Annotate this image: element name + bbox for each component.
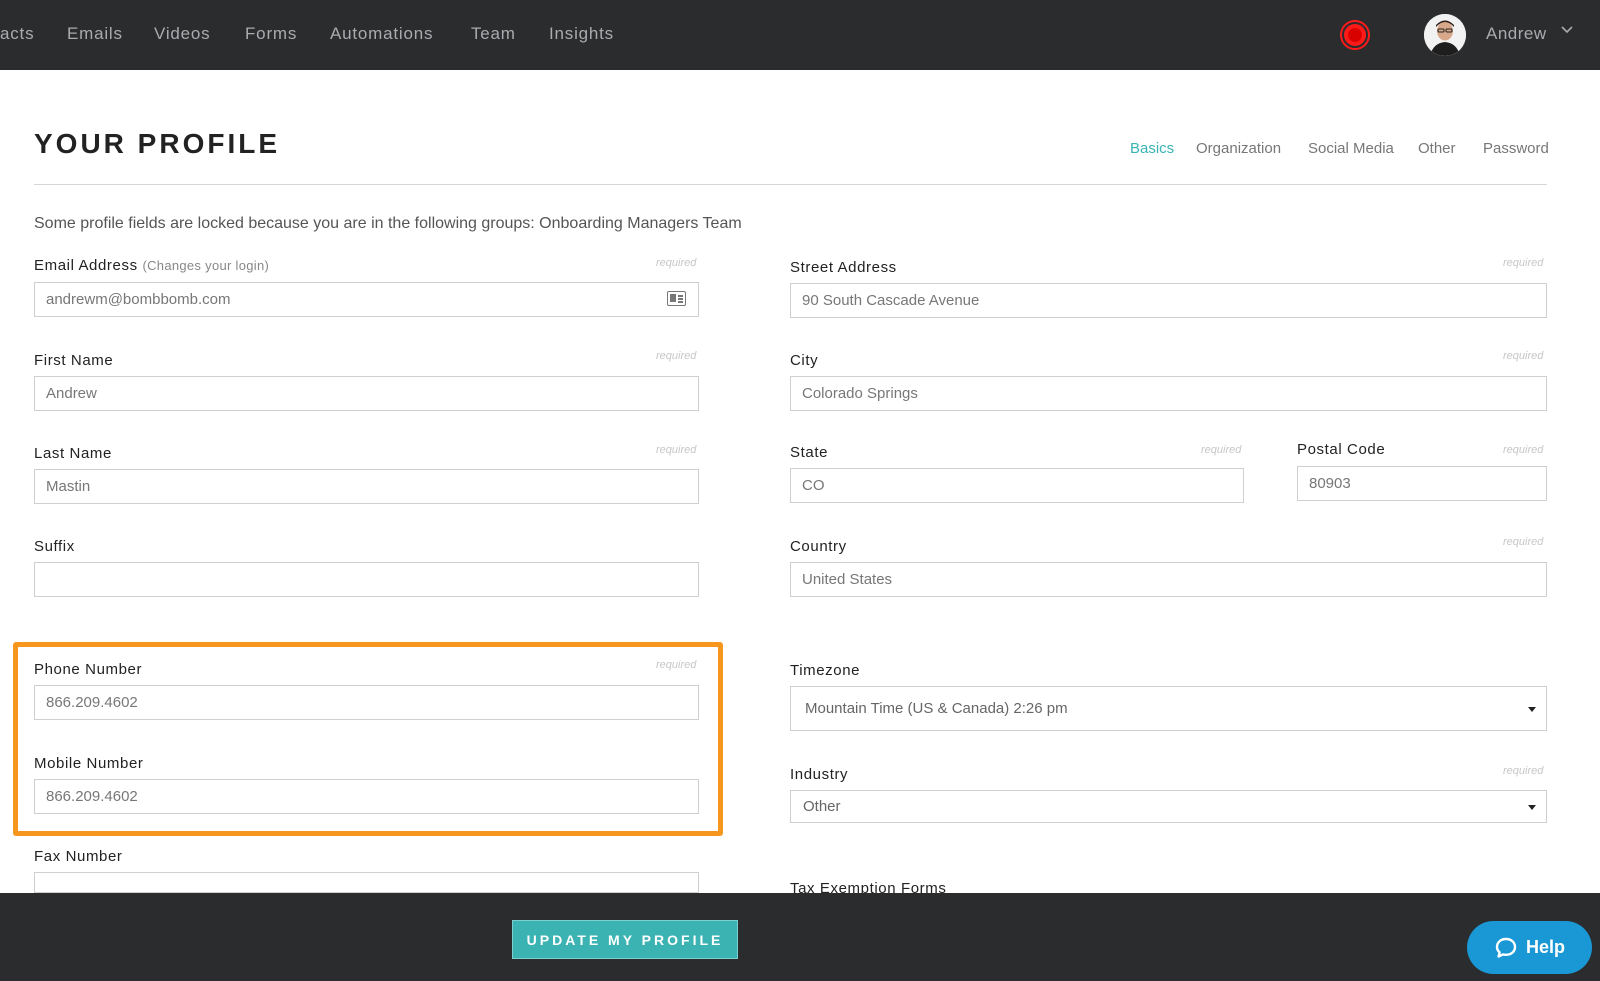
nav-emails[interactable]: Emails — [67, 24, 123, 44]
state-field[interactable] — [790, 468, 1244, 503]
street-field[interactable] — [790, 283, 1547, 318]
chevron-down-icon[interactable] — [1561, 26, 1573, 34]
top-nav: acts Emails Videos Forms Automations Tea… — [0, 0, 1600, 70]
timezone-label: Timezone — [790, 662, 861, 679]
suffix-label: Suffix — [34, 538, 75, 555]
help-label: Help — [1525, 937, 1565, 957]
mobile-field[interactable] — [34, 779, 699, 814]
email-label-sub: (Changes your login) — [142, 258, 270, 273]
first-name-required: required — [656, 350, 697, 362]
nav-team[interactable]: Team — [471, 24, 516, 44]
tab-other[interactable]: Other — [1418, 140, 1456, 157]
city-field[interactable] — [790, 376, 1547, 411]
tab-basics[interactable]: Basics — [1130, 140, 1174, 157]
mobile-label: Mobile Number — [34, 755, 144, 772]
phone-required: required — [656, 659, 697, 671]
caret-down-icon — [1528, 804, 1536, 810]
fax-label: Fax Number — [34, 848, 123, 865]
tax-exemption-label: Tax Exemption Forms — [790, 880, 947, 893]
postal-code-field[interactable] — [1297, 466, 1547, 501]
state-label: State — [790, 444, 829, 461]
last-name-field[interactable] — [34, 469, 699, 504]
phone-field[interactable] — [34, 685, 699, 720]
user-name[interactable]: Andrew — [1486, 24, 1547, 44]
locked-fields-notice: Some profile fields are locked because y… — [34, 215, 742, 232]
postal-code-required: required — [1503, 444, 1544, 456]
email-required: required — [656, 257, 697, 269]
contact-card-icon[interactable] — [667, 291, 686, 306]
header-divider — [34, 184, 1547, 185]
street-label: Street Address — [790, 259, 897, 276]
help-button[interactable]: Help — [1467, 921, 1592, 974]
state-required: required — [1201, 444, 1242, 456]
phone-label: Phone Number — [34, 661, 143, 678]
first-name-field[interactable] — [34, 376, 699, 411]
industry-label: Industry — [790, 766, 849, 783]
tab-password[interactable]: Password — [1483, 140, 1549, 157]
avatar[interactable] — [1424, 14, 1466, 56]
nav-insights[interactable]: Insights — [549, 24, 614, 44]
timezone-select[interactable]: Mountain Time (US & Canada) 2:26 pm — [790, 686, 1547, 731]
suffix-field[interactable] — [34, 562, 699, 597]
city-required: required — [1503, 350, 1544, 362]
footer-bar — [0, 893, 1600, 981]
country-label: Country — [790, 538, 847, 555]
country-field[interactable] — [790, 562, 1547, 597]
caret-down-icon — [1528, 706, 1536, 712]
industry-value: Other — [803, 798, 841, 815]
nav-automations[interactable]: Automations — [330, 24, 433, 44]
nav-contacts[interactable]: acts — [0, 24, 34, 44]
industry-select[interactable]: Other — [790, 790, 1547, 823]
first-name-label: First Name — [34, 352, 114, 369]
timezone-value: Mountain Time (US & Canada) 2:26 pm — [805, 700, 1068, 717]
tab-organization[interactable]: Organization — [1196, 140, 1281, 157]
last-name-label: Last Name — [34, 445, 112, 462]
email-field[interactable] — [34, 282, 699, 317]
user-avatar-icon — [1424, 14, 1466, 56]
fax-field[interactable] — [34, 872, 699, 893]
update-profile-button[interactable]: UPDATE MY PROFILE — [512, 920, 738, 959]
record-icon[interactable] — [1342, 22, 1368, 48]
nav-videos[interactable]: Videos — [154, 24, 210, 44]
city-label: City — [790, 352, 819, 369]
postal-code-label: Postal Code — [1297, 441, 1386, 458]
chat-bubble-icon — [1495, 937, 1517, 958]
email-label: Email Address (Changes your login) — [34, 257, 270, 274]
street-required: required — [1503, 257, 1544, 269]
country-required: required — [1503, 536, 1544, 548]
last-name-required: required — [656, 444, 697, 456]
industry-required: required — [1503, 765, 1544, 777]
tab-social-media[interactable]: Social Media — [1308, 140, 1394, 157]
page-title: YOUR PROFILE — [34, 128, 281, 159]
nav-forms[interactable]: Forms — [245, 24, 297, 44]
